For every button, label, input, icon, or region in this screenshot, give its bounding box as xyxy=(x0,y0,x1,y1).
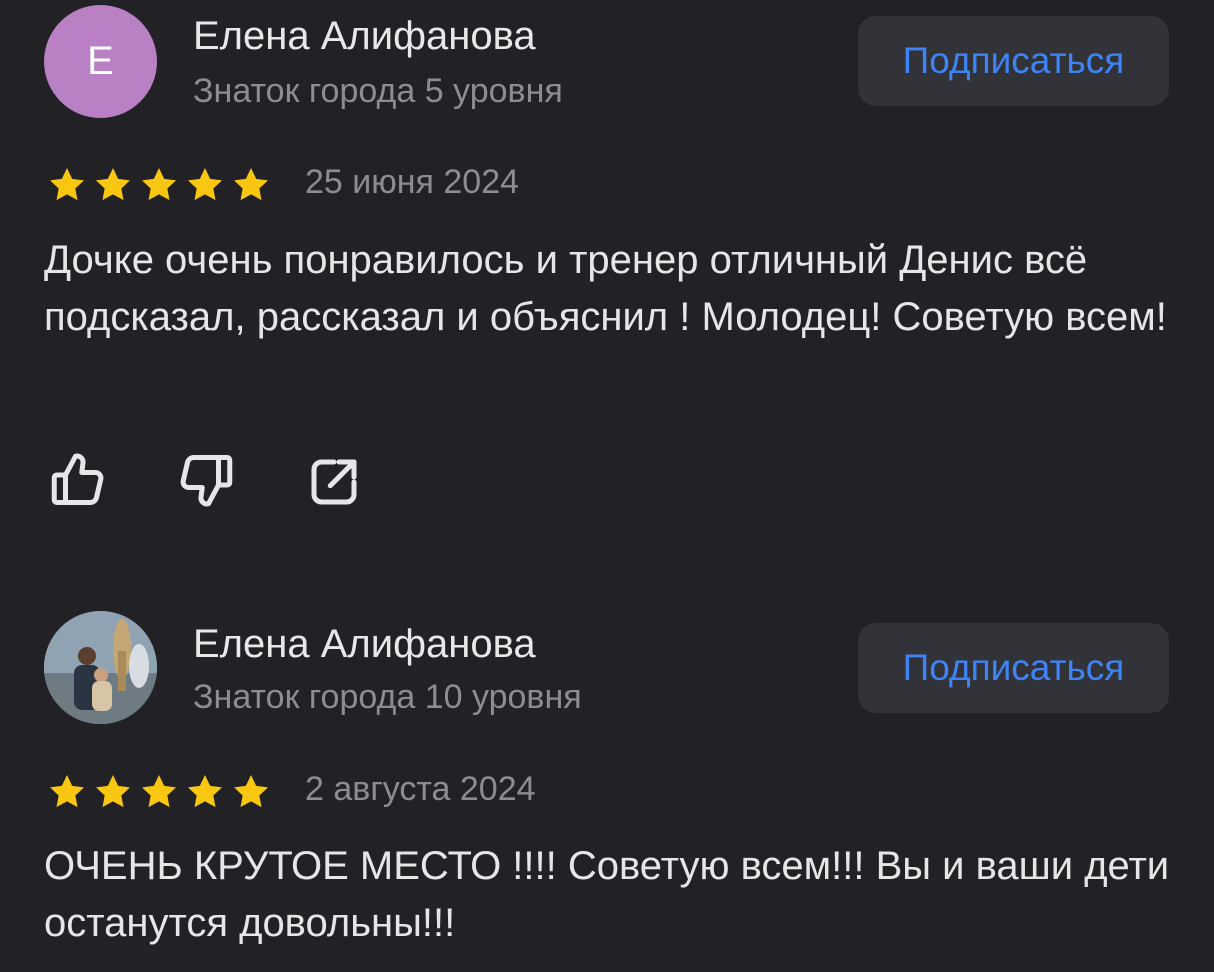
review-card: Елена Алифанова Знаток города 10 уровня … xyxy=(0,600,1214,972)
author-name[interactable]: Елена Алифанова xyxy=(193,14,536,59)
review-text: ОЧЕНЬ КРУТОЕ МЕСТО !!!! Советую всем!!! … xyxy=(44,844,1170,945)
subscribe-button[interactable]: Подписаться xyxy=(858,16,1169,106)
star-icon xyxy=(96,775,130,808)
star-icon xyxy=(50,168,84,201)
avatar-photo xyxy=(44,611,157,724)
thumbs-up-icon[interactable] xyxy=(48,450,108,510)
rating-stars xyxy=(46,772,272,812)
review-date: 2 августа 2024 xyxy=(305,770,536,808)
star-icon xyxy=(188,168,222,201)
avatar-letter: Е xyxy=(87,39,114,83)
thumbs-down-icon[interactable] xyxy=(176,450,236,510)
review-date: 25 июня 2024 xyxy=(305,163,520,201)
star-icon xyxy=(50,775,84,808)
star-icon xyxy=(142,775,176,808)
author-level: Знаток города 5 уровня xyxy=(193,72,563,110)
rating-stars xyxy=(46,165,272,205)
share-icon[interactable] xyxy=(304,452,364,512)
star-icon xyxy=(234,168,268,201)
star-icon xyxy=(234,775,268,808)
avatar[interactable]: Е xyxy=(44,5,157,118)
avatar[interactable] xyxy=(44,611,157,724)
review-text: Дочке очень понравилось и тренер отличны… xyxy=(44,238,1167,339)
author-level: Знаток города 10 уровня xyxy=(193,678,582,716)
review-card: Е Елена Алифанова Знаток города 5 уровня… xyxy=(0,0,1214,560)
star-icon xyxy=(142,168,176,201)
author-name[interactable]: Елена Алифанова xyxy=(193,622,536,667)
star-icon xyxy=(96,168,130,201)
subscribe-button[interactable]: Подписаться xyxy=(858,623,1169,713)
star-icon xyxy=(188,775,222,808)
